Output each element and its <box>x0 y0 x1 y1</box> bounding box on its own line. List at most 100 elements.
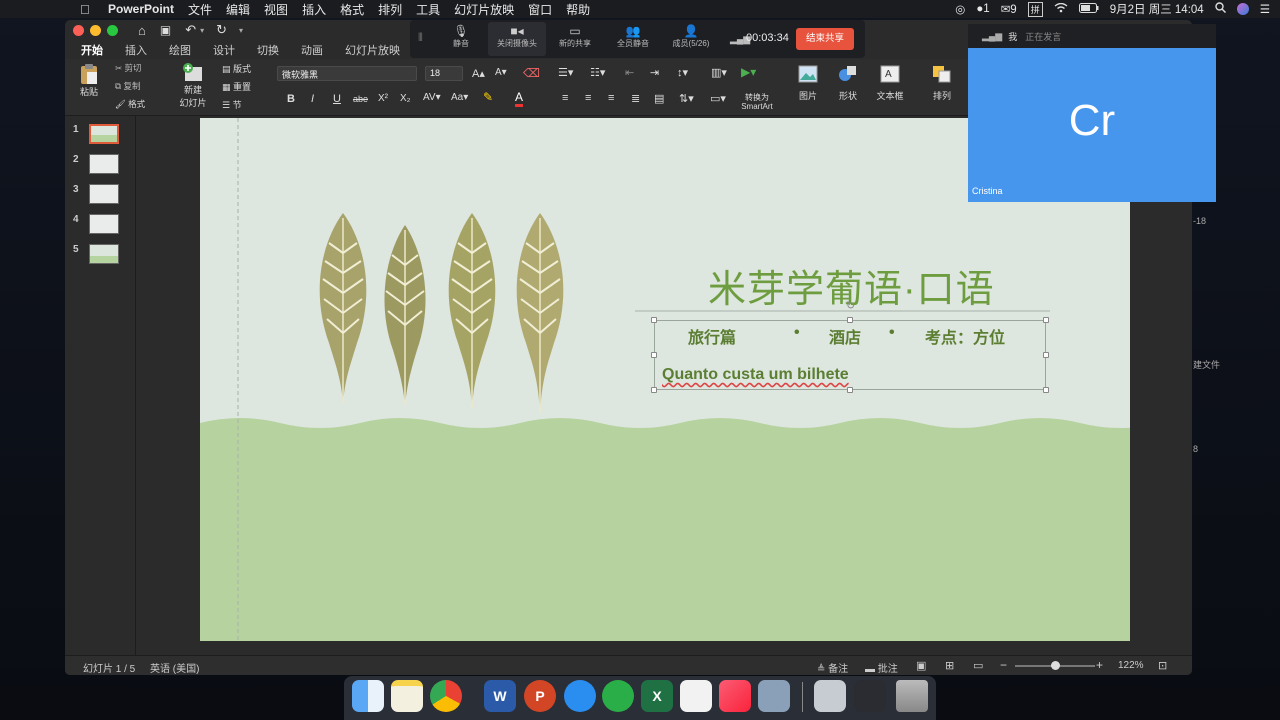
tab-design[interactable]: 设计 <box>202 42 246 58</box>
customize-qat-icon[interactable]: ▾ <box>239 26 243 35</box>
menu-insert[interactable]: 插入 <box>302 1 326 18</box>
feishu-icon[interactable] <box>564 680 596 712</box>
rotate-handle-icon[interactable]: ↻ <box>846 299 855 312</box>
documents-stack-icon[interactable] <box>814 680 846 712</box>
char-spacing-icon[interactable]: AV▾ <box>423 92 441 103</box>
input-method-icon[interactable]: 拼 <box>1027 1 1043 17</box>
zoom-out-icon[interactable]: − <box>1000 658 1007 672</box>
menu-tools[interactable]: 工具 <box>416 1 440 18</box>
language-indicator[interactable]: 英语 (美国) <box>150 660 199 675</box>
screen-record-icon[interactable]: ◎ <box>955 2 965 16</box>
cut-button[interactable]: ✂ 剪切 <box>115 62 142 74</box>
columns-icon[interactable]: ▥▾ <box>711 66 727 79</box>
photos-icon[interactable] <box>680 680 712 712</box>
slide-sorter-icon[interactable]: ⊞ <box>945 659 954 672</box>
picture-button[interactable]: 图片 <box>793 65 823 102</box>
participant-video-tile[interactable]: Cr Cristina <box>968 48 1216 202</box>
home-icon[interactable]: ⌂ <box>138 23 146 38</box>
slide-thumbnail-1[interactable] <box>89 124 119 144</box>
battery-icon[interactable] <box>1078 2 1099 16</box>
tab-animations[interactable]: 动画 <box>290 42 334 58</box>
italic-button[interactable]: I <box>311 93 314 105</box>
new-slide-button[interactable]: 新建 幻灯片 <box>175 63 211 109</box>
font-color-icon[interactable]: A <box>515 90 524 107</box>
tab-transitions[interactable]: 切换 <box>246 42 290 58</box>
wechat-app-icon[interactable] <box>602 680 634 712</box>
zoom-window-icon[interactable] <box>107 24 118 36</box>
section-button[interactable]: ☰ 节 <box>222 98 242 111</box>
wechat-icon[interactable]: ✉9 <box>1001 2 1017 16</box>
redo-icon[interactable]: ↻ <box>216 22 227 38</box>
wifi-icon[interactable] <box>1054 2 1068 16</box>
font-size-select[interactable]: 18 <box>425 66 463 81</box>
shapes-button[interactable]: 形状 <box>833 65 863 102</box>
tab-slideshow[interactable]: 幻灯片放映 <box>334 42 411 58</box>
change-case-icon[interactable]: Aa▾ <box>451 92 468 103</box>
slide-thumbnail-4[interactable] <box>89 214 119 234</box>
menu-format[interactable]: 格式 <box>340 1 364 18</box>
mute-all-button[interactable]: 👥 全员静音 <box>604 24 662 49</box>
close-window-icon[interactable] <box>73 24 84 36</box>
resize-handle[interactable] <box>651 317 657 323</box>
excel-icon[interactable]: X <box>641 680 673 712</box>
align-left-icon[interactable]: ≡ <box>562 92 568 104</box>
save-icon[interactable]: ▣ <box>160 23 171 37</box>
reading-view-icon[interactable]: ▭ <box>973 659 983 672</box>
text-direction-icon[interactable]: ⇅▾ <box>679 92 694 105</box>
numbering-icon[interactable]: ☷▾ <box>590 66 605 79</box>
menu-slideshow[interactable]: 幻灯片放映 <box>454 1 514 18</box>
tab-draw[interactable]: 绘图 <box>158 42 202 58</box>
resize-handle[interactable] <box>651 387 657 393</box>
shrink-font-icon[interactable]: A▾ <box>495 67 507 78</box>
convert-smartart-button[interactable]: 转换为 SmartArt <box>735 93 779 111</box>
slide-thumbnail-3[interactable] <box>89 184 119 204</box>
distributed-icon[interactable]: ▤ <box>654 92 664 105</box>
resize-handle[interactable] <box>651 352 657 358</box>
comments-button[interactable]: ▬ 批注 <box>865 660 898 675</box>
fit-slide-icon[interactable]: ⊡ <box>1158 659 1167 672</box>
screenshot-icon[interactable] <box>758 680 790 712</box>
control-center-icon[interactable]: ☰ <box>1260 2 1270 16</box>
resize-handle[interactable] <box>847 317 853 323</box>
members-button[interactable]: 👤 成员(5/26) <box>662 24 720 49</box>
bold-button[interactable]: B <box>287 93 295 105</box>
undo-dropdown-icon[interactable]: ▾ <box>200 26 204 35</box>
align-center-icon[interactable]: ≡ <box>585 92 591 104</box>
align-text-icon[interactable]: ▭▾ <box>710 92 726 105</box>
powerpoint-icon[interactable]: P <box>524 680 556 712</box>
increase-indent-icon[interactable]: ⇥ <box>650 66 659 79</box>
arrange-button[interactable]: 排列 <box>927 65 957 102</box>
clock[interactable]: 9月2日 周三 14:04 <box>1110 1 1204 17</box>
menu-arrange[interactable]: 排列 <box>378 1 402 18</box>
zoom-in-icon[interactable]: + <box>1096 658 1103 672</box>
chrome-icon[interactable] <box>430 680 462 712</box>
undo-icon[interactable]: ↶ <box>185 22 196 38</box>
stop-camera-button[interactable]: ■◂ 关闭摄像头 <box>488 22 546 56</box>
highlight-icon[interactable]: ✎ <box>483 90 493 104</box>
notes-app-icon[interactable] <box>391 680 423 712</box>
end-share-button[interactable]: 结束共享 <box>796 28 854 50</box>
format-painter-button[interactable]: 🖌 格式 <box>115 98 145 110</box>
copy-button[interactable]: ⧉ 复制 <box>115 80 140 92</box>
zoom-slider-thumb[interactable] <box>1051 661 1060 670</box>
menu-help[interactable]: 帮助 <box>566 1 590 18</box>
normal-view-icon[interactable]: ▣ <box>916 659 926 672</box>
reset-button[interactable]: ▦ 重置 <box>222 80 251 93</box>
word-icon[interactable]: W <box>484 680 516 712</box>
new-share-button[interactable]: ▭ 新的共享 <box>546 24 604 49</box>
apple-icon[interactable]:  <box>80 2 94 17</box>
slide-thumbnail-2[interactable] <box>89 154 119 174</box>
align-right-icon[interactable]: ≡ <box>608 92 614 104</box>
zoom-level[interactable]: 122% <box>1118 660 1144 671</box>
siri-icon[interactable] <box>1236 3 1249 15</box>
superscript-button[interactable]: X² <box>378 93 388 104</box>
decrease-indent-icon[interactable]: ⇤ <box>625 66 634 79</box>
zoom-slider[interactable] <box>1015 661 1095 670</box>
textbox-button[interactable]: A 文本框 <box>873 65 907 102</box>
resize-handle[interactable] <box>1043 317 1049 323</box>
clear-format-icon[interactable]: ⌫ <box>523 66 540 80</box>
minimize-window-icon[interactable] <box>90 24 101 36</box>
tab-home[interactable]: 开始 <box>65 42 114 58</box>
justify-icon[interactable]: ≣ <box>631 92 640 105</box>
notification-icon[interactable]: ●1 <box>976 3 989 15</box>
